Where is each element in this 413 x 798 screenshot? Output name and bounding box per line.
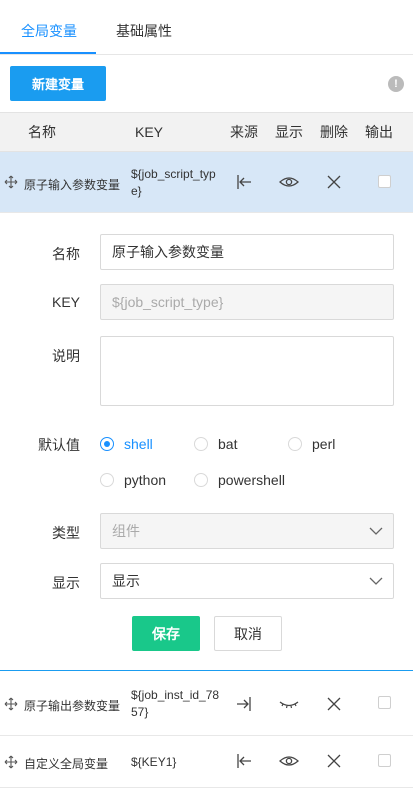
type-label: 类型: [52, 525, 80, 541]
row-key: ${job_inst_id_7857}: [131, 688, 220, 719]
header-delete: 删除: [320, 124, 348, 140]
header-output: 输出: [365, 124, 393, 140]
radio-label: shell: [124, 436, 153, 452]
row-name: 原子输入参数变量: [24, 178, 121, 192]
default-value-label: 默认值: [38, 437, 80, 453]
eye-open-icon[interactable]: [279, 172, 299, 192]
drag-handle-icon[interactable]: [4, 755, 18, 769]
key-label: KEY: [51, 294, 80, 310]
close-icon[interactable]: [324, 694, 344, 714]
radio-dot: [194, 437, 208, 451]
radio-label: bat: [218, 436, 238, 452]
header-key: KEY: [135, 124, 164, 140]
display-select[interactable]: 显示: [100, 563, 394, 599]
cancel-button[interactable]: 取消: [214, 616, 282, 651]
tab-global-variables[interactable]: 全局变量: [21, 0, 77, 55]
chevron-down-icon: [369, 527, 383, 535]
output-checkbox[interactable]: [378, 696, 391, 709]
eye-open-icon[interactable]: [279, 751, 299, 771]
table-row[interactable]: 原子输入参数变量 ${job_script_type}: [0, 152, 413, 213]
name-input[interactable]: 原子输入参数变量: [100, 234, 394, 270]
type-select[interactable]: 组件: [100, 513, 394, 549]
radio-dot: [288, 437, 302, 451]
eye-closed-icon[interactable]: [279, 694, 299, 714]
drag-handle-icon[interactable]: [4, 175, 18, 189]
row-name: 原子输出参数变量: [24, 699, 121, 713]
type-select-value: 组件: [112, 523, 140, 539]
input-arrow-icon: [237, 175, 251, 189]
table-row[interactable]: 原子输出参数变量 ${job_inst_id_7857}: [0, 673, 413, 736]
row-key: ${job_script_type}: [131, 167, 216, 198]
display-label: 显示: [52, 575, 80, 591]
save-button[interactable]: 保存: [132, 616, 200, 651]
display-select-value: 显示: [112, 573, 140, 589]
tab-bar: 全局变量 基础属性: [0, 0, 413, 55]
radio-label: perl: [312, 436, 336, 452]
radio-dot: [100, 437, 114, 451]
chevron-down-icon: [369, 577, 383, 585]
output-checkbox[interactable]: [378, 754, 391, 767]
header-source: 来源: [230, 124, 258, 140]
row-key: ${KEY1}: [131, 755, 177, 769]
description-textarea[interactable]: [100, 336, 394, 406]
info-icon[interactable]: !: [388, 76, 404, 92]
name-label: 名称: [52, 246, 80, 262]
new-variable-button[interactable]: 新建变量: [10, 66, 106, 101]
variable-edit-form: 名称 原子输入参数变量 KEY ${job_script_type} 说明 默认…: [0, 213, 413, 671]
radio-dot: [194, 473, 208, 487]
header-visible: 显示: [275, 124, 303, 140]
key-input[interactable]: ${job_script_type}: [100, 284, 394, 320]
drag-handle-icon[interactable]: [4, 697, 18, 711]
row-name: 自定义全局变量: [24, 757, 109, 771]
radio-dot: [100, 473, 114, 487]
header-name: 名称: [28, 124, 56, 140]
table-header: 名称 KEY 来源 显示 删除 输出: [0, 112, 413, 152]
radio-label: python: [124, 472, 167, 488]
close-icon[interactable]: [324, 172, 344, 192]
table-row[interactable]: 自定义全局变量 ${KEY1}: [0, 736, 413, 788]
radio-label: powershell: [218, 472, 285, 488]
close-icon[interactable]: [324, 751, 344, 771]
tab-active-indicator: [0, 52, 96, 54]
output-arrow-icon: [237, 697, 251, 711]
input-arrow-icon: [237, 754, 251, 768]
tab-basic-properties[interactable]: 基础属性: [116, 0, 172, 55]
output-checkbox[interactable]: [378, 175, 391, 188]
description-label: 说明: [52, 348, 80, 364]
